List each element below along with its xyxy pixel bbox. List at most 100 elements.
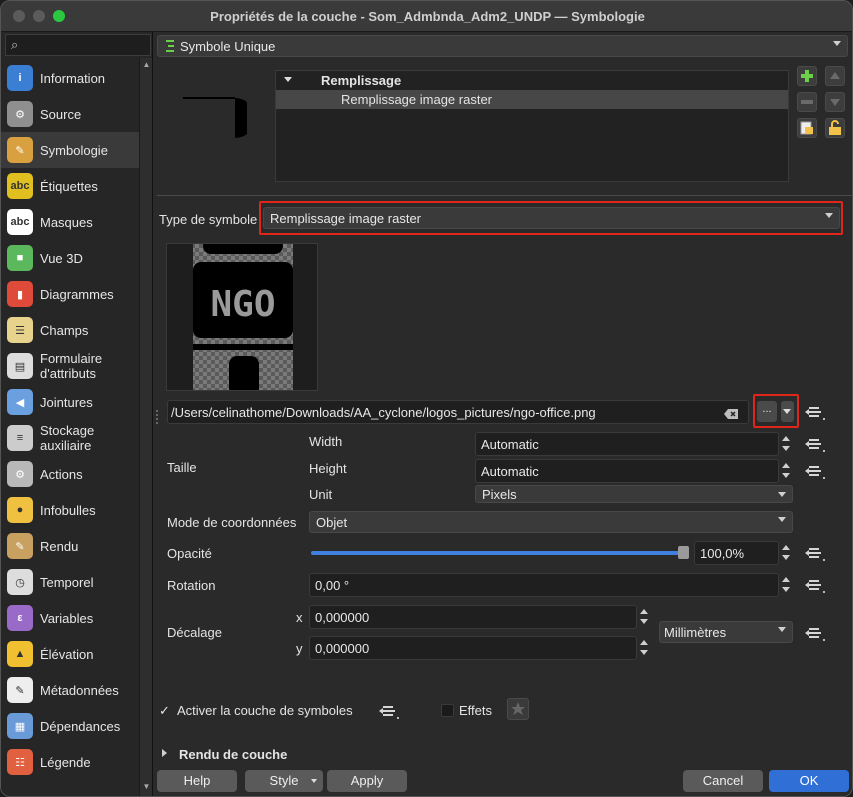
file-path-input[interactable]: /Users/celinathome/Downloads/AA_cyclone/… [167,400,749,424]
enable-layer-label: Activer la couche de symboles [177,703,353,718]
sidebar-item-19[interactable]: ▦ Dépendances [1,708,139,744]
sidebar-item-label: Masques [40,214,93,230]
offset-y-spinner[interactable] [638,636,650,660]
sidebar-item-16[interactable]: ε Variables [1,600,139,636]
height-value: Automatic [481,464,539,479]
help-button[interactable]: Help [157,770,237,792]
coords-mode-label: Mode de coordonnées [167,515,297,530]
move-down-button[interactable] [825,92,845,112]
opacity-spinner[interactable] [780,541,792,565]
sidebar-item-8[interactable]: ☰ Champs [1,312,139,348]
rotation-value: 0,00 ° [315,578,350,593]
sidebar-item-13[interactable]: ● Infobulles [1,492,139,528]
sidebar-item-label: Diagrammes [40,286,114,302]
sidebar-item-18[interactable]: ✎ Métadonnées [1,672,139,708]
lock-layer-button[interactable] [825,118,845,138]
offset-data-defined-icon[interactable] [805,625,825,641]
drag-handle[interactable] [156,410,158,424]
symbol-layer-tree: Remplissage Remplissage image raster [275,70,789,182]
offset-unit-select[interactable]: Millimètres [659,621,793,643]
unit-label: Unit [309,487,333,502]
height-spinner[interactable] [780,459,792,483]
expand-arrow-icon[interactable] [284,77,292,82]
offset-x-input[interactable]: 0,000000 [309,605,637,629]
sidebar-item-14[interactable]: ✎ Rendu [1,528,139,564]
sidebar-scrollbar[interactable]: ▲ ▼ [139,58,152,796]
sidebar-item-2[interactable]: ⚙ Source [1,96,139,132]
join-icon: ◀ [7,389,33,415]
sidebar-item-10[interactable]: ◀ Jointures [1,384,139,420]
width-spinner[interactable] [780,432,792,456]
tree-item-raster-fill[interactable]: Remplissage image raster [276,90,788,109]
chevron-down-icon [778,627,786,632]
sidebar-item-7[interactable]: ▮ Diagrammes [1,276,139,312]
sidebar-item-5[interactable]: abc Masques [1,204,139,240]
sidebar-item-20[interactable]: ☷ Légende [1,744,139,780]
opacity-slider-handle[interactable] [678,546,689,559]
ok-button[interactable]: OK [769,770,849,792]
offset-x-spinner[interactable] [638,605,650,629]
sidebar-search-input[interactable]: ⌕ [5,34,151,56]
offset-y-value: 0,000000 [315,641,370,656]
opacity-data-defined-icon[interactable] [805,545,825,561]
rotation-spinner[interactable] [780,573,792,597]
effects-star-button[interactable] [507,698,529,720]
sidebar-item-1[interactable]: i Information [1,60,139,96]
sidebar-item-3[interactable]: ✎ Symbologie [1,132,139,168]
sidebar-item-label: Étiquettes [40,178,98,194]
sidebar-item-17[interactable]: ▲ Élévation [1,636,139,672]
coords-mode-value: Objet [316,515,348,530]
render-brush-icon: ✎ [7,533,33,559]
clear-icon[interactable] [724,407,738,419]
highlight-symbol-type [259,201,843,235]
enable-layer-checkbox[interactable]: ✓ [159,703,171,718]
window-title: Propriétés de la couche - Som_Admbnda_Ad… [210,9,645,24]
symbol-type-label: Type de symbole [159,212,258,227]
image-preview: NGO [166,243,318,391]
offset-y-input[interactable]: 0,000000 [309,636,637,660]
remove-layer-button[interactable] [797,92,817,112]
sidebar-item-label: Dépendances [40,718,121,734]
coords-mode-select[interactable]: Objet [309,511,793,533]
renderer-select[interactable]: Symbole Unique [157,35,848,57]
sidebar-item-label: Jointures [40,394,93,410]
enable-data-defined-icon[interactable] [379,703,399,719]
effects-checkbox[interactable] [441,704,454,717]
scroll-up-arrow-icon[interactable]: ▲ [141,60,152,72]
add-layer-button[interactable] [797,66,817,86]
sidebar-item-label: Source [40,106,82,122]
preview-ngo-text: NGO [210,284,275,325]
style-button[interactable]: Style [245,770,323,792]
offset-x-value: 0,000000 [315,610,370,625]
sidebar-item-15[interactable]: ◷ Temporel [1,564,139,600]
move-up-button[interactable] [825,66,845,86]
sidebar-item-6[interactable]: ■ Vue 3D [1,240,139,276]
collapse-arrow-icon[interactable] [162,749,167,757]
duplicate-layer-button[interactable] [797,118,817,138]
sidebar-item-11[interactable]: ≡ Stockage auxiliaire [1,420,139,456]
width-data-defined-icon[interactable] [805,436,825,452]
database-icon: ≡ [7,425,33,451]
rotation-data-defined-icon[interactable] [805,577,825,593]
apply-button[interactable]: Apply [327,770,407,792]
sidebar-item-9[interactable]: ▤ Formulaire d'attributs [1,348,139,384]
tree-item-remplissage[interactable]: Remplissage [276,71,788,90]
scroll-down-arrow-icon[interactable]: ▼ [141,782,152,794]
sidebar-item-4[interactable]: abc Étiquettes [1,168,139,204]
opacity-slider[interactable] [311,551,685,555]
height-data-defined-icon[interactable] [805,463,825,479]
width-input[interactable]: Automatic [475,432,779,456]
sidebar-item-label: Temporel [40,574,94,590]
sidebar-item-label: Légende [40,754,91,770]
data-defined-override-icon[interactable] [805,404,825,420]
star-icon [511,702,525,715]
opacity-input[interactable]: 100,0% [694,541,779,565]
rotation-input[interactable]: 0,00 ° [309,573,779,597]
cancel-button[interactable]: Cancel [683,770,763,792]
sidebar-item-12[interactable]: ⚙ Actions [1,456,139,492]
height-input[interactable]: Automatic [475,459,779,483]
unit-select[interactable]: Pixels [475,485,793,503]
info-icon: i [7,65,33,91]
layer-rendering-label[interactable]: Rendu de couche [179,747,287,762]
sidebar-item-label: Champs [40,322,89,338]
